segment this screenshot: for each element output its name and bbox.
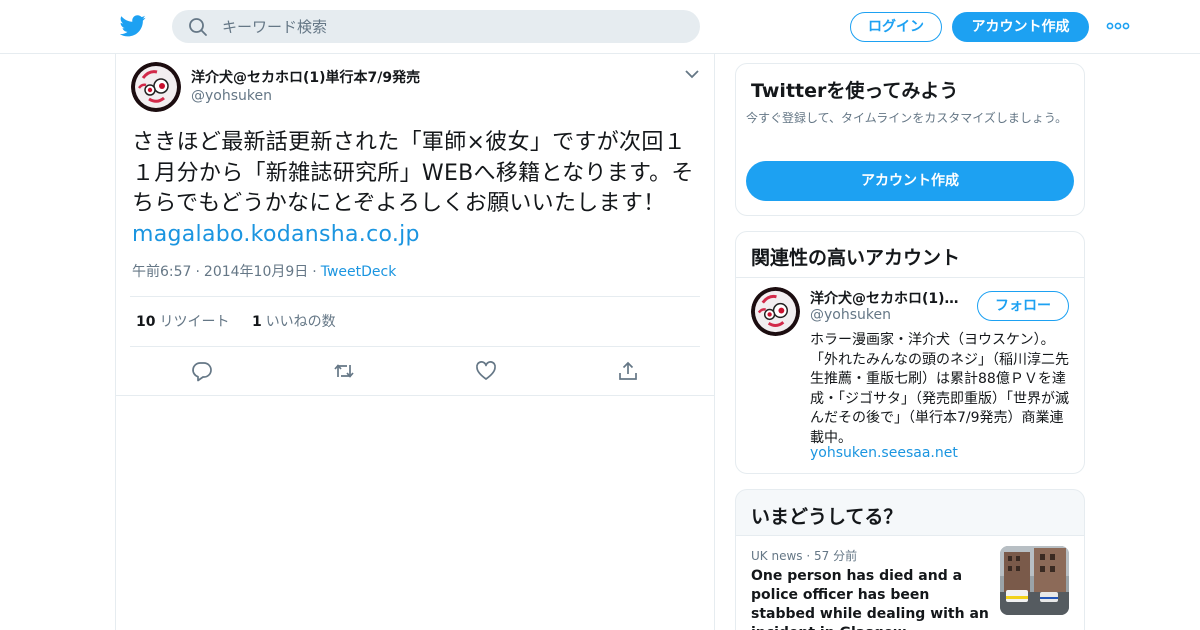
related-card-divider (736, 277, 1084, 278)
share-icon[interactable] (617, 360, 639, 382)
stats-divider-top (130, 296, 700, 297)
tweet-column: 洋介犬@セカホロ(1)単行本7/9発売 @yohsuken さきほど最新話更新さ… (115, 54, 715, 630)
tweet-body: さきほど最新話更新された「軍師×彼女」ですが次回１１月分から「新雑誌研究所」WE… (132, 130, 694, 216)
login-button[interactable]: ログイン (850, 12, 942, 42)
signup-card: Twitterを使ってみよう 今すぐ登録して、タイムラインをカスタマイズしましょ… (735, 63, 1085, 216)
related-account-avatar[interactable] (751, 287, 800, 336)
retweet-icon[interactable] (333, 360, 355, 382)
news-meta: UK news · 57 分前 (751, 549, 858, 563)
search-icon (189, 18, 207, 36)
tweet-meta: 午前6:57 · 2014年10月9日 · TweetDeck (132, 261, 396, 281)
author-name[interactable]: 洋介犬@セカホロ(1)単行本7/9発売 (191, 67, 420, 87)
like-label: いいねの数 (265, 314, 336, 330)
trends-card-title: いまどうしてる？ (751, 506, 903, 528)
tweet-time[interactable]: 午前6:57 (132, 264, 191, 280)
meta-separator: · (312, 264, 317, 280)
signup-button[interactable]: アカウント作成 (952, 12, 1089, 42)
signup-card-button[interactable]: アカウント作成 (746, 161, 1074, 201)
signup-card-description: 今すぐ登録して、タイムラインをカスタマイズしましょう。 (746, 111, 1068, 125)
follow-button[interactable]: フォロー (977, 291, 1069, 321)
stats-divider-bottom (130, 346, 700, 347)
search-input[interactable] (222, 10, 682, 43)
author-handle[interactable]: @yohsuken (191, 88, 272, 104)
tweet-text: さきほど最新話更新された「軍師×彼女」ですが次回１１月分から「新雑誌研究所」WE… (132, 128, 702, 250)
author-avatar[interactable] (131, 62, 181, 112)
like-count: 1 (251, 314, 262, 330)
more-options-icon[interactable] (1106, 18, 1130, 34)
meta-separator: · (195, 264, 200, 280)
tweet-date[interactable]: 2014年10月9日 (204, 264, 308, 280)
news-headline[interactable]: One person has died and a police officer… (751, 567, 989, 630)
signup-card-title: Twitterを使ってみよう (751, 80, 959, 102)
news-thumbnail[interactable] (1000, 546, 1069, 615)
twitter-bird-icon[interactable] (120, 14, 146, 38)
related-accounts-card: 関連性の高いアカウント 洋介犬@セカホロ(1)単行本7/9発売 @yohsuke… (735, 231, 1085, 474)
retweet-label: リツイート (159, 314, 230, 330)
top-bar: ログイン アカウント作成 (0, 0, 1200, 54)
related-account-link[interactable]: yohsuken.seesaa.net (810, 445, 958, 461)
retweet-stat[interactable]: 10 リツイート (136, 314, 229, 330)
related-card-title: 関連性の高いアカウント (751, 247, 961, 269)
tweet-source-link[interactable]: TweetDeck (321, 264, 397, 280)
related-account-bio: ホラー漫画家・洋介犬（ヨウスケン）。「外れたみんなの頭のネジ」（稲川淳二先生推薦… (810, 332, 1069, 446)
like-icon[interactable] (475, 360, 497, 382)
like-stat[interactable]: 1 いいねの数 (252, 314, 336, 330)
tweet-link[interactable]: magalabo.kodansha.co.jp (132, 222, 420, 247)
trends-card: いまどうしてる？ UK news · 57 分前 One person has … (735, 489, 1085, 630)
tweet-actions (116, 356, 714, 386)
reply-icon[interactable] (191, 360, 213, 382)
news-source: UK news (751, 549, 803, 563)
search-box[interactable] (172, 10, 700, 43)
tweet-stats: 10 リツイート 1 いいねの数 (136, 311, 354, 331)
news-item[interactable]: UK news · 57 分前 One person has died and … (736, 536, 1084, 630)
retweet-count: 10 (136, 314, 156, 330)
related-account-handle[interactable]: @yohsuken (810, 307, 891, 323)
related-account-name[interactable]: 洋介犬@セカホロ(1)単行本7/9発売 (810, 288, 970, 308)
tweet-card: 洋介犬@セカホロ(1)単行本7/9発売 @yohsuken さきほど最新話更新さ… (116, 54, 714, 396)
chevron-down-icon[interactable] (684, 68, 700, 80)
news-time: 57 分前 (813, 549, 858, 563)
